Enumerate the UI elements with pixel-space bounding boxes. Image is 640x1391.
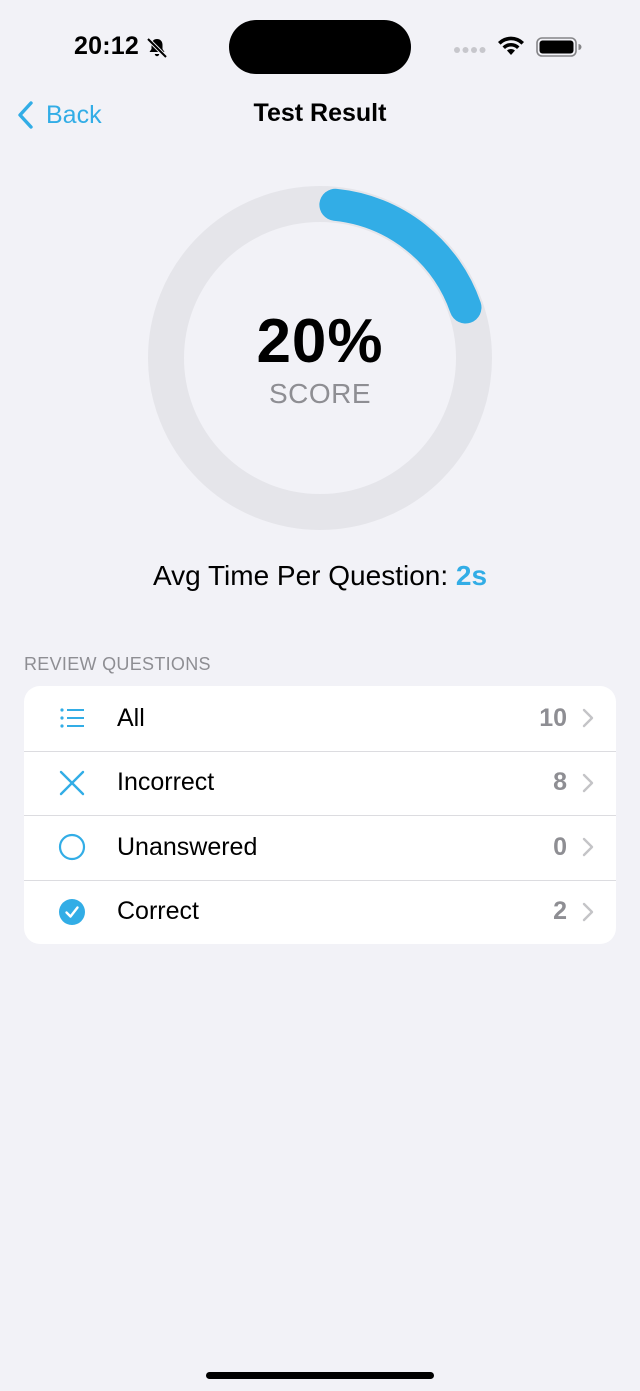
- review-questions-header: REVIEW QUESTIONS: [24, 654, 211, 674]
- chevron-right-icon: [582, 902, 594, 921]
- chevron-right-icon: [582, 773, 594, 792]
- battery-icon: [536, 37, 582, 57]
- review-row-label: All: [117, 703, 145, 732]
- home-indicator: [206, 1372, 434, 1379]
- score-value: 20%: [256, 307, 384, 376]
- review-row-count: 2: [553, 897, 567, 926]
- x-mark-icon: [59, 770, 85, 795]
- circle-icon: [58, 834, 86, 861]
- wifi-icon: [498, 36, 524, 55]
- review-list: All 10 Incorrect 8 Unanswered 0 Correct: [24, 686, 616, 944]
- page-title: Test Result: [253, 99, 387, 127]
- avg-time-value: 2s: [455, 560, 488, 591]
- avg-time-label: Avg Time Per Question:: [152, 560, 449, 591]
- review-row-count: 10: [539, 703, 567, 732]
- chevron-right-icon: [582, 838, 594, 857]
- avg-time-row: Avg Time Per Question: 2s: [0, 560, 640, 592]
- status-time: 20:12: [74, 32, 139, 60]
- review-row-unanswered[interactable]: Unanswered 0: [24, 815, 616, 880]
- bell-slash-icon: [146, 37, 168, 59]
- review-row-label: Incorrect: [117, 768, 215, 797]
- review-row-correct[interactable]: Correct 2: [24, 879, 616, 945]
- review-row-label: Unanswered: [117, 832, 258, 861]
- review-row-count: 8: [553, 768, 567, 797]
- checkmark-circle-icon: [59, 898, 85, 925]
- review-row-all[interactable]: All 10: [24, 686, 616, 751]
- chevron-right-icon: [582, 709, 594, 728]
- review-row-label: Correct: [117, 897, 199, 926]
- score-label: SCORE: [268, 378, 372, 409]
- status-bar: 20:12: [0, 0, 640, 96]
- score-ring-progress: [319, 188, 482, 324]
- review-row-incorrect[interactable]: Incorrect 8: [24, 750, 616, 816]
- review-row-count: 0: [553, 832, 567, 861]
- list-icon: [60, 708, 84, 728]
- cellular-signal-icon: [454, 47, 486, 53]
- dynamic-island: [229, 20, 411, 74]
